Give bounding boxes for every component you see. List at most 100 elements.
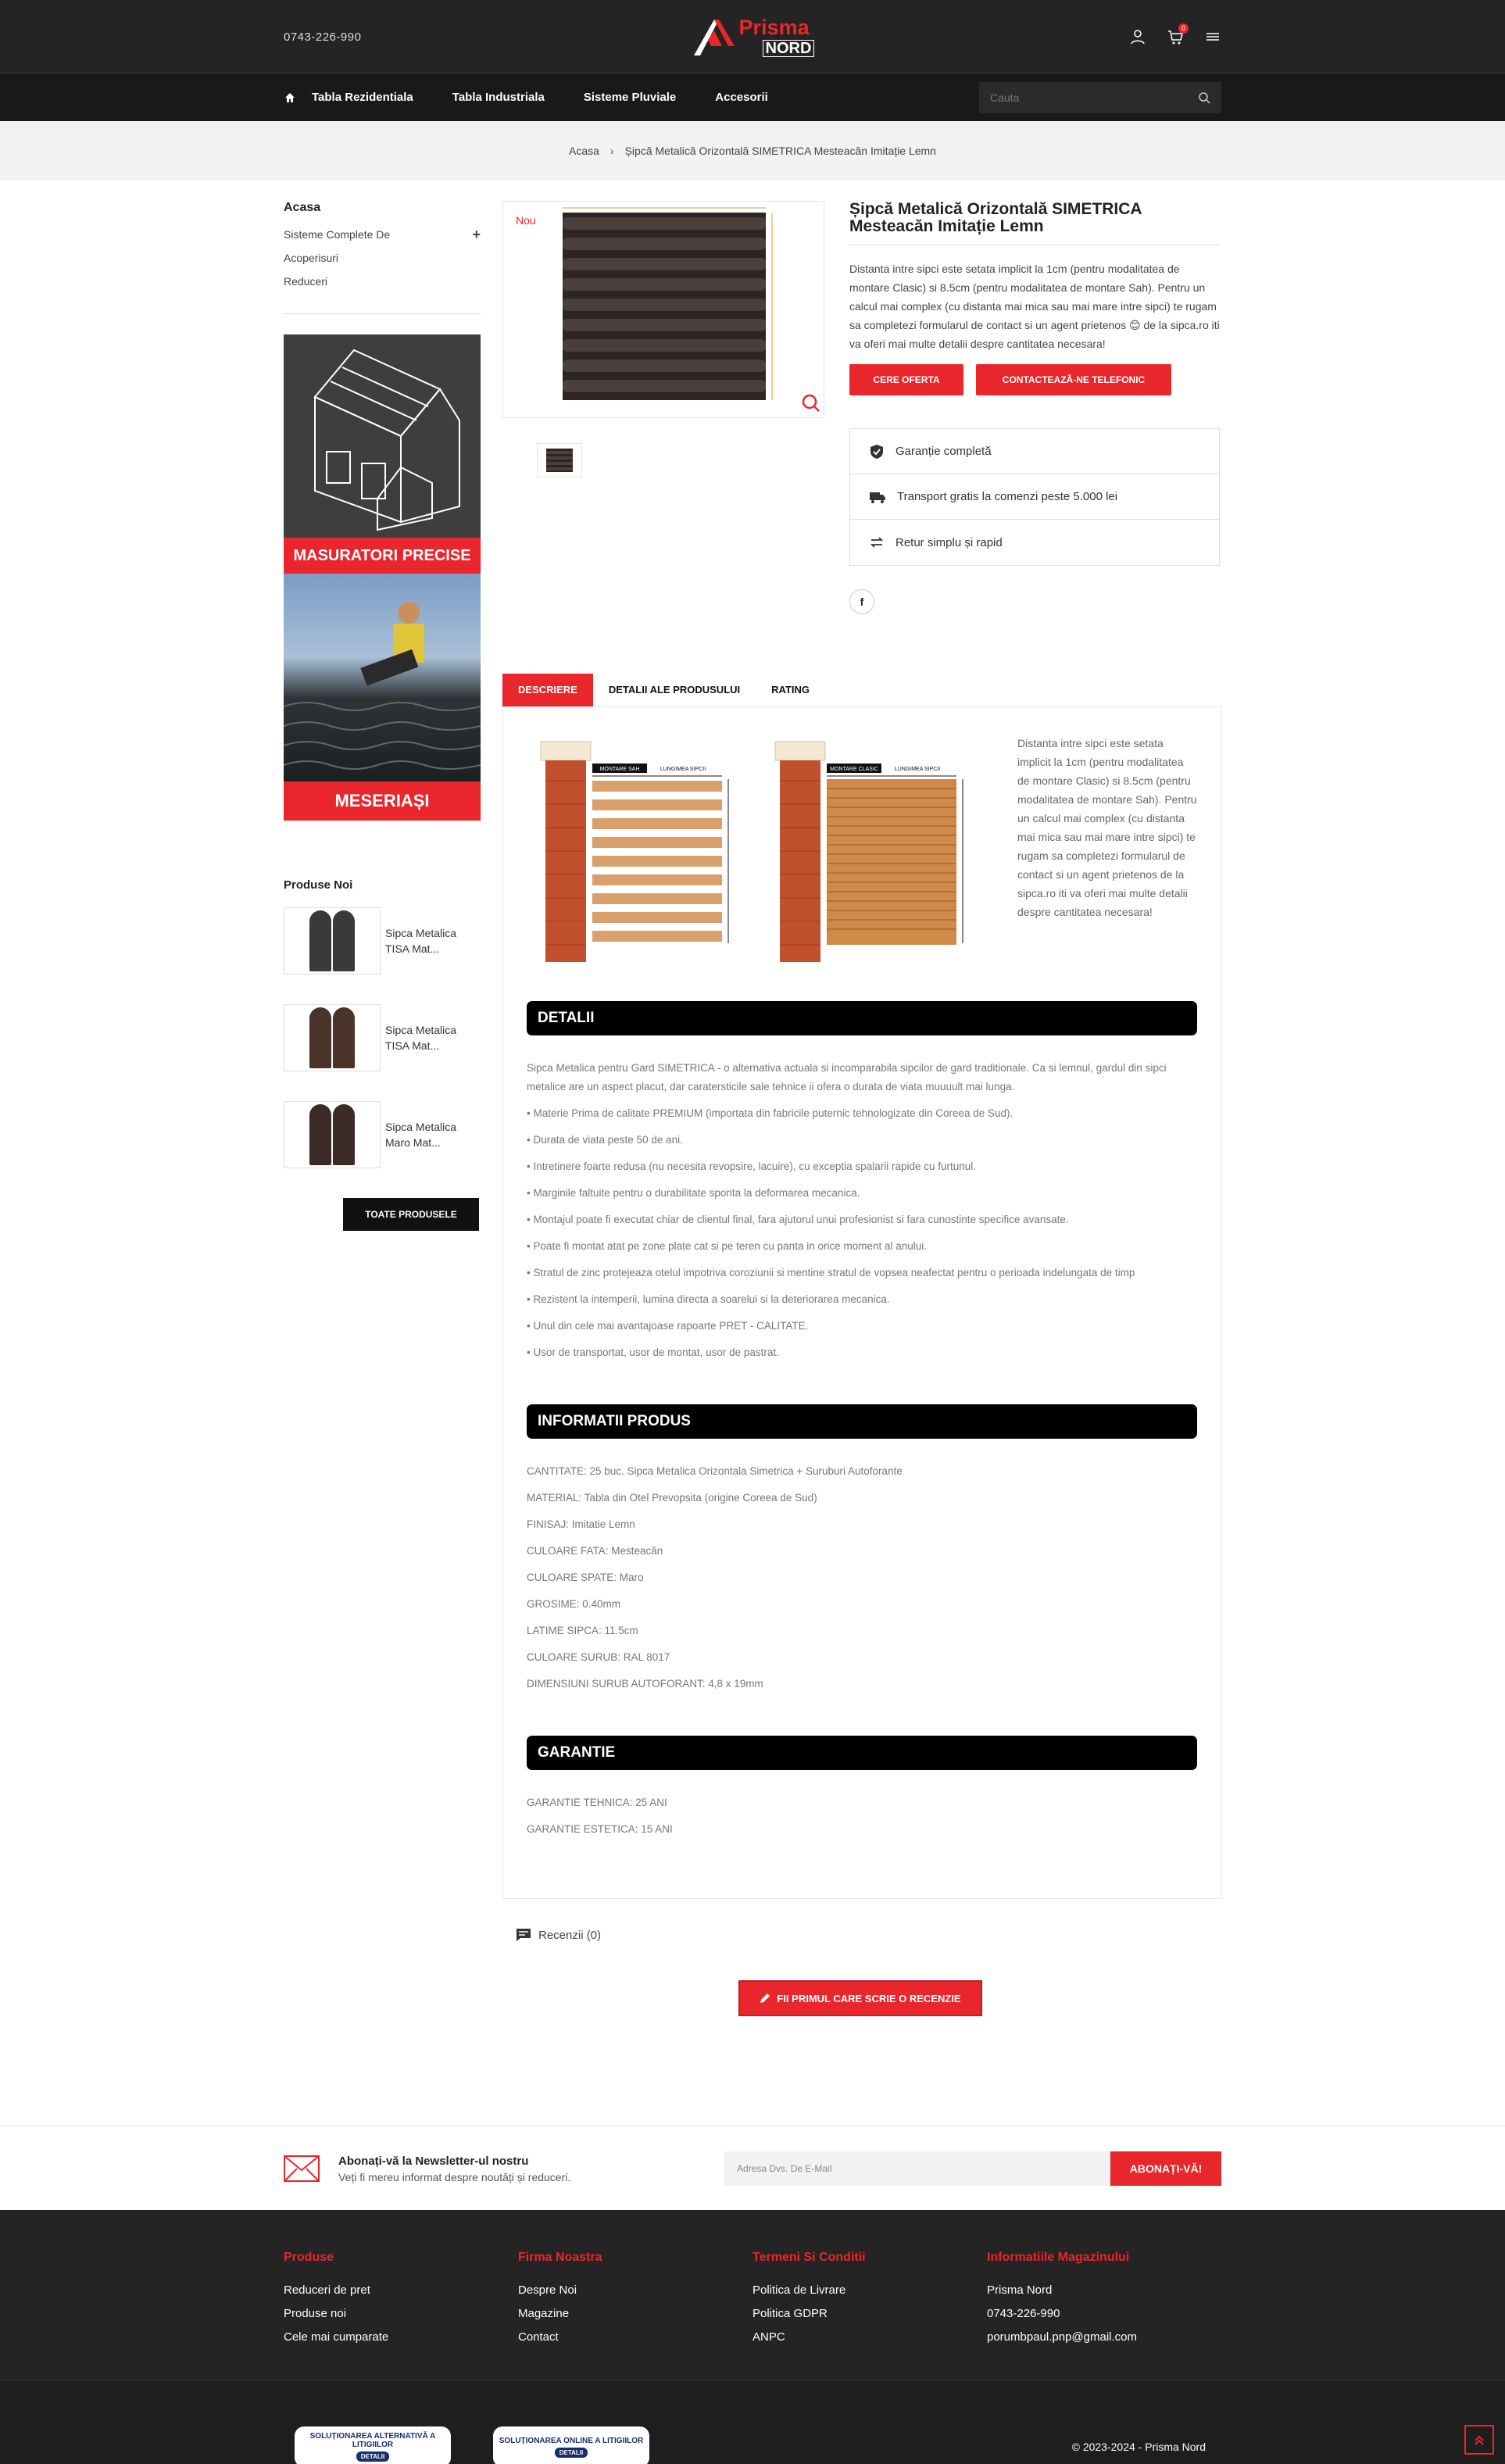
roofer-photo-art <box>284 602 481 770</box>
new-product-name[interactable]: Sipca Metalica Maro Mat... <box>385 1119 476 1150</box>
footer-link[interactable]: Politica GDPR <box>752 2302 987 2326</box>
expand-plus-icon[interactable]: + <box>472 223 481 270</box>
fence-blade-shape <box>309 1007 331 1068</box>
truck-icon <box>870 492 885 503</box>
sidebar-item-sisteme[interactable]: Sisteme Complete De Acoperisuri + <box>284 223 481 270</box>
product-main-image[interactable]: Nou <box>502 201 824 418</box>
footer-col-title: Produse <box>284 2251 334 2264</box>
return-icon <box>870 537 884 548</box>
footer-email[interactable]: porumbpaul.pnp@gmail.com <box>987 2326 1221 2349</box>
sidebar-item-label: Reduceri <box>284 275 328 288</box>
detalii-bullet: • Poate fi montat atat pe zone plate cat… <box>527 1240 928 1252</box>
product-tabs: DESCRIERE DETALII ALE PRODUSULUI RATING <box>502 674 1221 706</box>
detalii-bullet: • Materie Prima de calitate PREMIUM (imp… <box>527 1107 1013 1119</box>
request-quote-button[interactable]: CERE OFERTA <box>849 364 963 395</box>
info-line: CULOARE FATA: Mesteacăn <box>527 1545 663 1557</box>
cart-button[interactable]: 0 <box>1167 23 1189 45</box>
new-product-image[interactable] <box>284 1101 381 1168</box>
detalii-bullet: • Stratul de zinc protejeaza otelul impo… <box>527 1267 1135 1278</box>
scroll-to-top-button[interactable] <box>1464 2425 1494 2455</box>
new-product-item[interactable]: Sipca Metalica TISA Mat... <box>284 1004 481 1071</box>
detalii-bullet: • Unul din cele mai avantajoase rapoarte… <box>527 1320 809 1332</box>
trust-label: Retur simplu și rapid <box>895 535 1003 549</box>
main-nav: Tabla Rezidentiala Tabla Industriala Sis… <box>0 73 1505 121</box>
anpc-sal-badge[interactable]: SOLUȚIONAREA ALTERNATIVĂ A LITIGIILOR DE… <box>295 2426 451 2464</box>
new-product-item[interactable]: Sipca Metalica TISA Mat... <box>284 907 481 975</box>
reviews-count[interactable]: Recenzii (0) <box>515 1927 1221 1943</box>
footer-phone[interactable]: 0743-226-990 <box>987 2302 1221 2326</box>
breadcrumb-current: Șipcă Metalică Orizontală SIMETRICA Mest… <box>624 145 936 157</box>
nav-item-sisteme-pluviale[interactable]: Sisteme Pluviale <box>584 91 676 104</box>
footer-link[interactable]: Contact <box>518 2326 752 2349</box>
user-icon[interactable] <box>1129 28 1146 45</box>
badge-title: SOLUȚIONAREA ONLINE A LITIGIILOR <box>499 2436 644 2445</box>
search-input[interactable]: Cauta <box>979 81 1221 113</box>
new-product-name[interactable]: Sipca Metalica TISA Mat... <box>385 1022 476 1053</box>
fence-diagram-sah: MONTARE SAH LUNGIMEA SIPCII <box>527 734 738 965</box>
new-product-name[interactable]: Sipca Metalica TISA Mat... <box>385 925 476 957</box>
logo-line2: NORD <box>762 39 815 57</box>
info-line: CULOARE SPATE: Maro <box>527 1572 644 1583</box>
promo-banner[interactable]: MASURATORI PRECISE MESERIAȘI <box>284 334 481 821</box>
badge-pill: DETALII <box>554 2447 588 2458</box>
footer-col-firma: Firma Noastra Despre Noi Magazine Contac… <box>518 2251 752 2349</box>
pencil-icon <box>760 1994 770 2003</box>
sidebar-item-reduceri[interactable]: Reduceri <box>284 270 481 293</box>
new-product-image[interactable] <box>284 1004 381 1071</box>
new-product-item[interactable]: Sipca Metalica Maro Mat... <box>284 1101 481 1168</box>
sidebar-title[interactable]: Acasa <box>284 201 481 215</box>
footer-link[interactable]: Despre Noi <box>518 2279 752 2302</box>
nav-item-accesorii[interactable]: Accesorii <box>715 91 768 104</box>
roofer-photo <box>284 574 481 781</box>
contact-phone-button[interactable]: CONTACTEAZĂ-NE TELEFONIC <box>976 364 1171 395</box>
footer-link[interactable]: Reduceri de pret <box>284 2279 518 2302</box>
breadcrumb-home[interactable]: Acasa <box>569 145 599 157</box>
shield-icon <box>870 444 883 459</box>
nav-item-tabla-industriala[interactable]: Tabla Industriala <box>452 91 545 104</box>
comment-icon <box>517 1929 531 1941</box>
sol-badge[interactable]: SOLUȚIONAREA ONLINE A LITIGIILOR DETALII <box>493 2426 649 2464</box>
tab-rating[interactable]: RATING <box>756 674 825 706</box>
footer-link[interactable]: Magazine <box>518 2302 752 2326</box>
subscribe-button[interactable]: ABONAȚI-VĂ! <box>1110 2151 1221 2186</box>
search-placeholder: Cauta <box>990 91 1020 104</box>
facebook-share-icon[interactable]: f <box>849 589 874 614</box>
diagram-sah-label: MONTARE SAH <box>600 767 640 772</box>
tab-content-descriere: MONTARE SAH LUNGIMEA SIPCII MONTARE CLAS… <box>502 706 1221 1899</box>
nav-item-tabla-rezidentiala[interactable]: Tabla Rezidentiala <box>312 91 413 104</box>
trust-box: Garanție completă Transport gratis la co… <box>849 428 1220 566</box>
newsletter-email-input[interactable]: Adresa Dvs. De E-Mail <box>724 2151 1110 2186</box>
product-content: Nou Șipcă Metalică Orizontală SIMETRICA … <box>502 201 1221 2016</box>
home-icon[interactable] <box>284 91 296 104</box>
fence-blade-shape <box>333 1007 355 1068</box>
product-thumbnail[interactable] <box>537 443 582 477</box>
reviews-label: Recenzii (0) <box>538 1928 602 1942</box>
all-products-button[interactable]: TOATE PRODUSELE <box>343 1198 479 1231</box>
detalii-bullet: • Intretinere foarte redusa (nu necesita… <box>527 1160 977 1172</box>
info-line: MATERIAL: Tabla din Otel Prevopsita (ori… <box>527 1492 817 1504</box>
logo[interactable]: Prisma NORD <box>691 16 815 57</box>
footer-link[interactable]: ANPC <box>752 2326 987 2349</box>
footer-col-produse: Produse Reduceri de pret Produse noi Cel… <box>284 2251 518 2349</box>
section-heading-detalii: DETALII <box>527 1001 1197 1035</box>
garantie-line: GARANTIE TEHNICA: 25 ANI <box>527 1797 667 1808</box>
header-phone[interactable]: 0743-226-990 <box>284 30 440 44</box>
tab-descriere[interactable]: DESCRIERE <box>502 674 593 706</box>
trust-row: Garanție completă <box>850 429 1219 474</box>
copyright: © 2023-2024 - Prisma Nord <box>1071 2441 1206 2453</box>
info-line: CULOARE SURUB: RAL 8017 <box>527 1651 670 1663</box>
footer-col-termeni: Termeni Si Conditii Politica de Livrare … <box>752 2251 987 2349</box>
logo-mark-icon <box>693 20 735 55</box>
footer-link[interactable]: Produse noi <box>284 2302 518 2326</box>
breadcrumb-separator: › <box>610 145 614 157</box>
footer-link[interactable]: Cele mai cumparate <box>284 2326 518 2349</box>
new-product-image[interactable] <box>284 907 381 975</box>
search-icon[interactable] <box>1198 91 1210 104</box>
newsletter-subtitle: Veți fi mereu informat despre noutăți și… <box>338 2170 571 2183</box>
tab-detalii-produs[interactable]: DETALII ALE PRODUSULUI <box>593 674 756 706</box>
house-illustration <box>284 334 481 538</box>
menu-icon[interactable] <box>1204 28 1221 45</box>
logo-line1: Prisma <box>738 15 810 39</box>
footer-link[interactable]: Politica de Livrare <box>752 2279 987 2302</box>
write-review-button[interactable]: FII PRIMUL CARE SCRIE O RECENZIE <box>738 1980 982 2016</box>
